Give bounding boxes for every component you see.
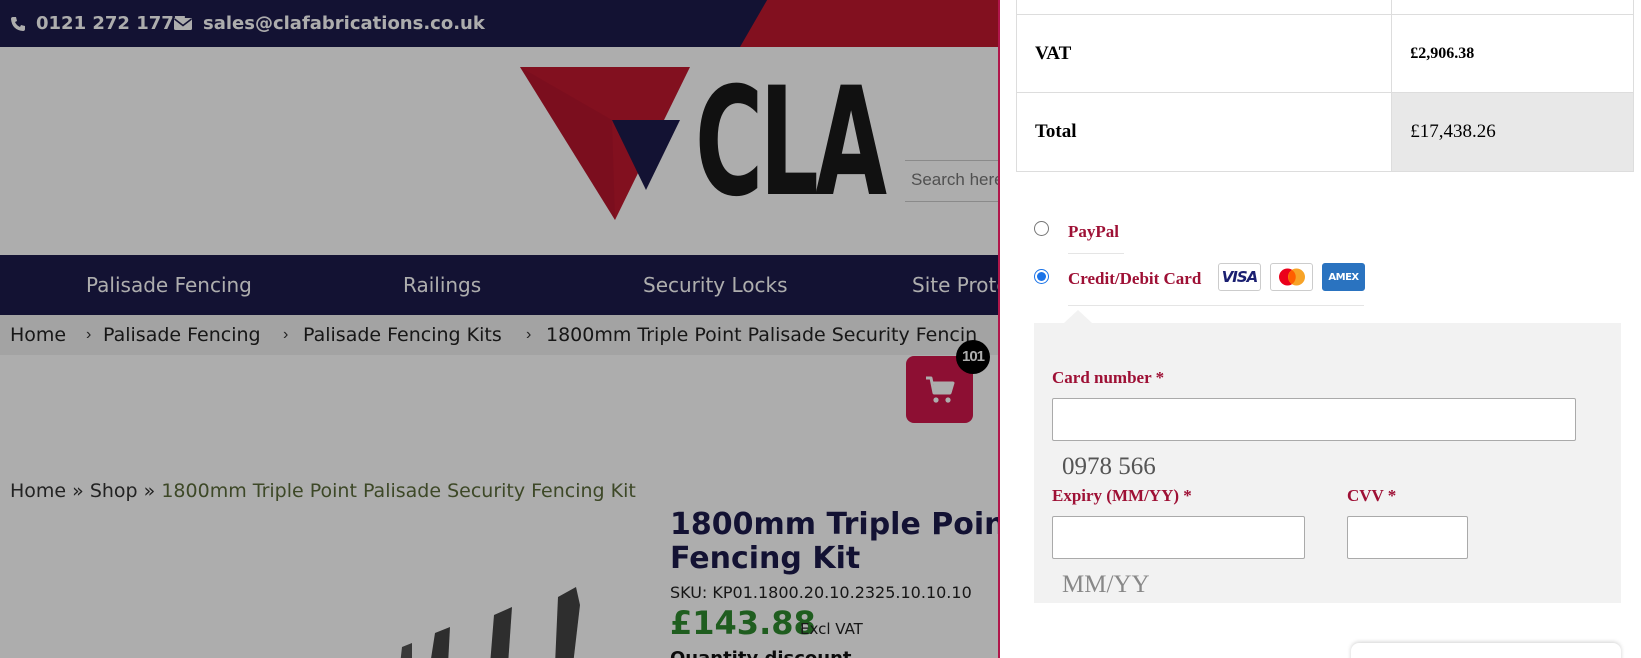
visa-icon: VISA: [1218, 263, 1261, 291]
card-option[interactable]: [1034, 269, 1049, 284]
cvv-label: CVV *: [1347, 486, 1396, 506]
expiry-hint: MM/YY: [1062, 571, 1150, 598]
checkout-drawer: VAT £2,906.38 Total £17,438.26 PayPal Cr…: [998, 0, 1641, 658]
search-input[interactable]: Search here: [905, 160, 1000, 202]
divider: [1068, 305, 1364, 306]
required-mark: *: [1155, 368, 1165, 387]
card-label[interactable]: Credit/Debit Card: [1068, 269, 1201, 289]
shop-breadcrumb-shop[interactable]: Shop: [90, 480, 138, 502]
order-summary-table: VAT £2,906.38 Total £17,438.26: [1015, 0, 1634, 172]
breadcrumb: Home › Palisade Fencing › Palisade Fenci…: [0, 315, 1000, 355]
phone-number: 0121 272 1777: [36, 13, 187, 34]
product-sku: SKU: KP01.1800.20.10.2325.10.10.10: [670, 583, 972, 602]
main-navigation: Palisade Fencing Railings Security Locks…: [0, 255, 1000, 315]
product-title: 1800mm Triple Point Fencing Kit: [670, 508, 1000, 576]
vat-label: VAT: [1015, 14, 1393, 93]
chevron-right-icon: ›: [86, 326, 92, 343]
divider: [1068, 253, 1124, 254]
phone-contact[interactable]: 0121 272 1777: [10, 0, 186, 47]
card-radio[interactable]: [1034, 269, 1049, 284]
shop-breadcrumb-home[interactable]: Home: [10, 480, 66, 502]
paypal-radio[interactable]: [1034, 221, 1049, 236]
form-pointer-arrow: [1064, 310, 1092, 323]
summary-row-total: Total £17,438.26: [1015, 92, 1634, 172]
chevron-right-icon: ›: [283, 326, 289, 343]
nav-security-locks[interactable]: Security Locks: [643, 255, 788, 315]
total-value: £17,438.26: [1391, 92, 1634, 172]
breadcrumb-separator: »: [72, 480, 84, 502]
visa-logo-text: VISA: [1221, 268, 1259, 286]
card-number-input[interactable]: [1052, 398, 1576, 441]
cvv-input[interactable]: [1347, 516, 1468, 559]
shopping-cart-icon: [925, 376, 954, 403]
mastercard-circles: [1278, 268, 1305, 286]
mastercard-icon: [1270, 263, 1313, 291]
expiry-input[interactable]: [1052, 516, 1305, 559]
topbar-red-accent: [740, 0, 1000, 47]
shop-breadcrumb: Home » Shop » 1800mm Triple Point Palisa…: [10, 480, 636, 502]
product-title-line1: 1800mm Triple Point: [670, 507, 1000, 542]
background-site: 0121 272 1777 sales@clafabrications.co.u…: [0, 0, 1000, 658]
card-number-label: Card number *: [1052, 368, 1164, 388]
email-address: sales@clafabrications.co.uk: [203, 13, 485, 34]
breadcrumb-home[interactable]: Home: [10, 315, 66, 355]
product-price: £143.88: [670, 604, 816, 642]
cla-logo[interactable]: CLA: [520, 56, 900, 230]
breadcrumb-palisade-kits[interactable]: Palisade Fencing Kits: [303, 315, 502, 355]
breadcrumb-palisade-fencing[interactable]: Palisade Fencing: [103, 315, 261, 355]
cart-count-badge: 101: [956, 340, 990, 374]
quantity-discount-heading: Quantity discount: [670, 648, 852, 658]
nav-palisade-fencing[interactable]: Palisade Fencing: [86, 255, 252, 315]
nav-railings[interactable]: Railings: [403, 255, 481, 315]
product-image: [400, 587, 580, 658]
card-number-label-text: Card number: [1052, 368, 1152, 387]
envelope-icon: [174, 17, 192, 30]
summary-row-vat: VAT £2,906.38: [1015, 14, 1634, 93]
expiry-label: Expiry (MM/YY) *: [1052, 486, 1192, 506]
breadcrumb-current: 1800mm Triple Point Palisade Security Fe…: [546, 324, 978, 346]
site-header: CLA Search here: [0, 47, 1000, 255]
expiry-label-text: Expiry (MM/YY): [1052, 486, 1180, 505]
cvv-label-text: CVV: [1347, 486, 1384, 505]
card-number-hint: 0978 566: [1062, 453, 1156, 480]
summary-row-partial: [1015, 0, 1634, 15]
top-contact-bar: 0121 272 1777 sales@clafabrications.co.u…: [0, 0, 1000, 47]
logo-wordmark: CLA: [695, 56, 887, 230]
breadcrumb-separator: »: [143, 480, 156, 502]
total-label: Total: [1015, 92, 1393, 172]
nav-site-protection[interactable]: Site Prote: [912, 255, 1000, 315]
phone-icon: [11, 16, 25, 31]
amex-logo-text: AMEX: [1328, 271, 1359, 283]
chat-widget-tab[interactable]: [1351, 643, 1621, 658]
required-mark: *: [1387, 486, 1397, 505]
card-details-form: Card number * 0978 566 Expiry (MM/YY) * …: [1034, 310, 1621, 603]
shop-breadcrumb-current: 1800mm Triple Point Palisade Security Fe…: [161, 480, 636, 502]
chevron-right-icon: ›: [526, 326, 532, 343]
logo-triangle-mark: [520, 67, 690, 220]
required-mark: *: [1183, 486, 1192, 505]
product-vat-note: Excl VAT: [800, 620, 863, 638]
email-contact[interactable]: sales@clafabrications.co.uk: [173, 0, 485, 47]
vat-value: £2,906.38: [1391, 14, 1634, 93]
paypal-option[interactable]: [1034, 221, 1049, 236]
paypal-label[interactable]: PayPal: [1068, 222, 1119, 242]
amex-icon: AMEX: [1322, 263, 1365, 291]
product-title-line2: Fencing Kit: [670, 541, 861, 576]
